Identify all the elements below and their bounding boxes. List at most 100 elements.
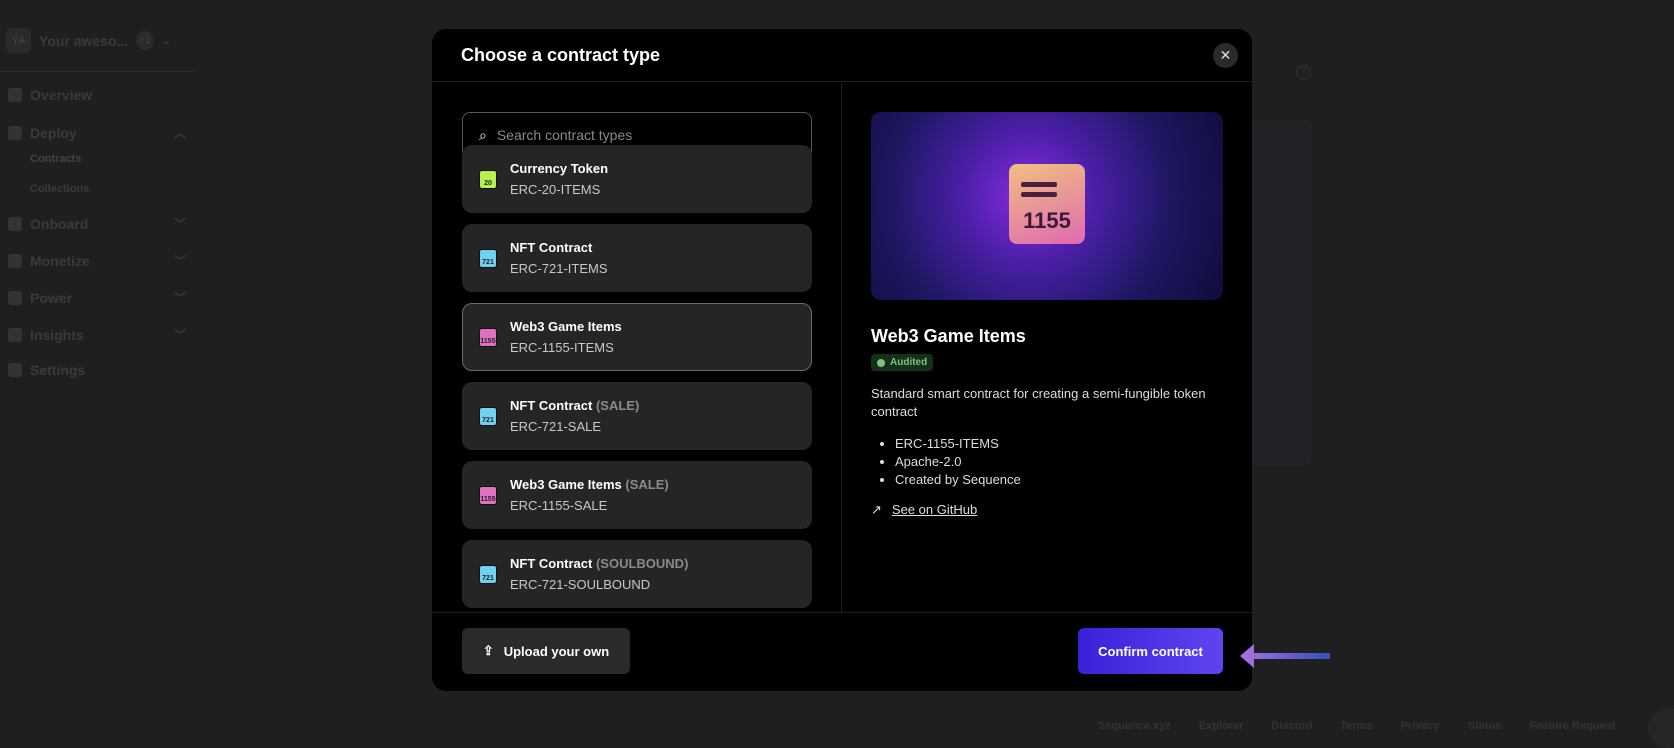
detail-description: Standard smart contract for creating a s… [871,386,1206,419]
detail-bullets: ERC-1155-ITEMS Apache-2.0 Created by Seq… [895,435,1021,489]
footer-link[interactable]: Privacy [1401,720,1440,732]
modal-title: Choose a contract type [461,44,661,65]
org-switcher[interactable]: YA Your aweso... +1 ⌄ [6,28,171,53]
contract-option[interactable]: 20 Currency Token ERC-20-ITEMS [462,145,812,213]
contract-tag: (SOULBOUND) [595,556,689,571]
close-icon: ✕ [1219,47,1232,63]
users-icon [8,327,22,342]
contract-type-modal: Choose a contract type ✕ ⌕ 20 Currency T… [432,29,1252,691]
help-icon[interactable]: ? [1296,65,1311,80]
sidebar-item-insights[interactable]: Insights ﹀ [8,326,186,343]
footer-link[interactable]: Discord [1271,720,1312,732]
chevron-down-icon: ﹀ [173,217,186,231]
sidebar: YA Your aweso... +1 ⌄ Overview Deploy ︿ Onb… [0,0,195,746]
chevron-down-icon: ﹀ [173,328,186,342]
document-icon: 1155 [1009,164,1085,244]
contract-list-panel: ⌕ 20 Currency Token ERC-20-ITEMS 721 NFT … [432,83,842,612]
contract-option[interactable]: 721 NFT Contract (SALE) ERC-721-SALE [462,382,812,450]
contract-name: Web3 Game Items [510,319,622,334]
upload-button[interactable]: ⇪ Upload your own [462,628,630,674]
chevron-down-icon: ﹀ [173,291,186,305]
contract-name: NFT Contract [510,398,593,413]
bullet: ERC-1155-ITEMS [895,435,1021,453]
audited-badge: Audited [871,354,934,371]
close-button[interactable]: ✕ [1213,43,1238,68]
contract-file-icon: 721 [479,248,497,268]
contract-name: Currency Token [510,161,609,176]
footer-link[interactable]: Explorer [1199,720,1244,732]
gear-icon [8,363,22,377]
org-avatar: YA [6,28,31,53]
sidebar-item-overview[interactable]: Overview [8,87,186,103]
contract-option[interactable]: 721 NFT Contract (SOULBOUND) ERC-721-SOU… [462,540,812,608]
contract-name: NFT Contract [510,556,593,571]
hammer-icon [8,290,22,305]
sidebar-subitem-collections[interactable]: Collections [30,183,89,195]
external-link-icon: ↗ [871,502,882,517]
contract-id: ERC-20-ITEMS [510,182,601,197]
footer-link[interactable]: Terms [1340,720,1372,732]
confirm-contract-button[interactable]: Confirm contract [1078,628,1223,674]
contract-file-icon: 721 [479,564,497,584]
sidebar-item-label: Settings [30,362,86,378]
footer-link[interactable]: Feature Request [1529,720,1615,732]
contract-file-icon: 1155 [479,327,497,347]
bullet: Created by Sequence [895,471,1021,489]
search-icon: ⌕ [479,126,487,143]
contract-detail-panel: 1155 Web3 Game Items Audited Standard sm… [843,83,1252,612]
contract-tag: (SALE) [595,398,640,413]
contract-tag: (SALE) [625,477,669,492]
github-link[interactable]: See on GitHub [892,502,977,518]
sidebar-item-label: Overview [30,87,93,103]
contract-option[interactable]: 1155 Web3 Game Items ERC-1155-ITEMS [462,303,812,371]
contract-id: ERC-1155-SALE [510,498,608,513]
sidebar-item-label: Monetize [30,252,90,269]
contract-option[interactable]: 1155 Web3 Game Items (SALE) ERC-1155-SAL… [462,461,812,529]
contract-id: ERC-721-SALE [510,419,602,434]
contract-file-icon: 20 [479,169,497,189]
member-count: +1 [136,31,154,50]
sidebar-item-label: Insights [30,326,84,343]
contract-option[interactable]: 721 NFT Contract ERC-721-ITEMS [462,224,812,292]
footer-link[interactable]: Status [1468,720,1502,732]
arrow-annotation-icon [1240,644,1330,668]
contract-name: NFT Contract [510,240,593,255]
contract-id: ERC-1155-ITEMS [510,340,614,355]
contract-name: Web3 Game Items [510,477,622,492]
home-icon [8,88,22,102]
upload-icon: ⇪ [482,643,494,658]
sidebar-item-label: Power [30,289,73,306]
check-circle-icon [877,358,885,367]
sidebar-subitem-contracts[interactable]: Contracts [30,153,81,165]
sidebar-item-onboard[interactable]: Onboard ﹀ [8,215,186,232]
contract-hero-image: 1155 [871,112,1223,300]
upload-label: Upload your own [503,643,610,659]
chevron-down-icon: ⌄ [161,35,171,47]
contract-file-icon: 721 [479,406,497,426]
bullet: Apache-2.0 [895,453,1021,471]
search-input[interactable] [496,127,777,143]
coins-icon [8,253,22,268]
sidebar-item-power[interactable]: Power ﹀ [8,289,186,306]
modal-footer: ⇪ Upload your own Confirm contract [432,612,1252,691]
chevron-down-icon: ﹀ [173,254,186,268]
contract-id: ERC-721-SOULBOUND [510,577,651,592]
divider [0,71,195,72]
badge-label: Audited [890,357,928,368]
chevron-up-icon: ︿ [173,126,186,140]
sidebar-item-settings[interactable]: Settings [8,362,186,378]
sidebar-item-label: Deploy [30,124,77,141]
background-card [1252,120,1312,465]
chat-button[interactable] [1648,708,1674,748]
contract-id: ERC-721-ITEMS [510,261,608,276]
footer-link[interactable]: Sequence.xyz [1098,720,1171,732]
parachute-icon [8,216,22,231]
contract-file-icon: 1155 [479,485,497,505]
sidebar-item-deploy[interactable]: Deploy ︿ [8,124,186,141]
sidebar-item-monetize[interactable]: Monetize ﹀ [8,252,186,269]
footer-links: Sequence.xyz Explorer Discord Terms Privacy S… [1098,720,1616,732]
sidebar-item-label: Onboard [30,215,89,232]
detail-title: Web3 Game Items [871,326,1026,346]
org-name: Your aweso... [39,32,129,49]
cubes-icon [8,125,22,140]
